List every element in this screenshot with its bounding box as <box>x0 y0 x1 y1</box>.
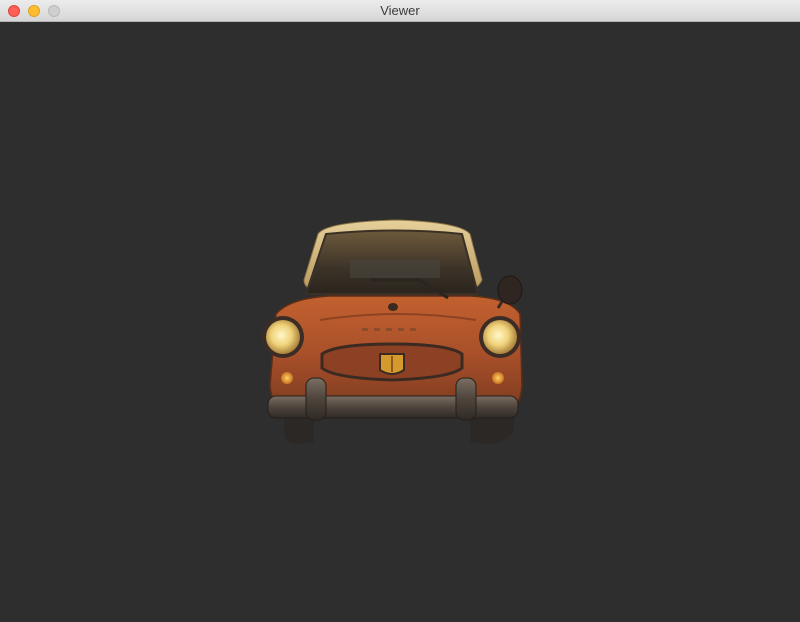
title-bar[interactable]: Viewer <box>0 0 800 22</box>
viewer-window: Viewer <box>0 0 800 622</box>
3d-viewport[interactable] <box>0 22 800 622</box>
car-render <box>262 219 523 444</box>
tires <box>284 417 514 444</box>
side-mirror <box>496 275 523 309</box>
cabin <box>303 219 483 300</box>
grille <box>320 342 464 382</box>
window-title: Viewer <box>380 3 420 18</box>
